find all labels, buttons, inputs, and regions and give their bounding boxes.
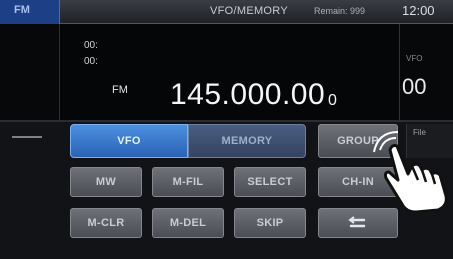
return-arrow-icon <box>348 216 366 228</box>
right-big-text: 00 <box>402 74 427 99</box>
right-column: VFO 00 <box>400 24 453 120</box>
right-stub: File <box>406 124 453 158</box>
status-corner: FM <box>0 0 60 24</box>
divider <box>0 120 453 122</box>
left-indicator <box>12 136 42 138</box>
radio-screen: FM VFO/MEMORY Remain: 999 12:00 00: 00: … <box>0 0 453 259</box>
status-bar: FM VFO/MEMORY Remain: 999 12:00 <box>0 0 453 24</box>
remain-count: Remain: 999 <box>314 6 366 16</box>
select-button[interactable]: SELECT <box>234 167 306 197</box>
left-column <box>0 24 60 120</box>
back-button[interactable] <box>318 208 398 238</box>
m-fil-button[interactable]: M-FIL <box>152 167 224 197</box>
memory-line-1: 00: <box>84 40 98 51</box>
m-del-button[interactable]: M-DEL <box>152 208 224 238</box>
memory-line-2: 00: <box>84 56 98 67</box>
frequency-main: 145.000.00 <box>170 78 326 111</box>
corner-label: FM <box>14 4 30 16</box>
button-panel: VFO MEMORY GROUP File MW M-FIL SELECT CH… <box>0 120 453 259</box>
frequency-display: 00: 00: FM 145.000.00 0 <box>60 24 400 120</box>
right-stub-label: File <box>413 128 426 137</box>
frequency-small-digit: 0 <box>328 92 337 109</box>
clock: 12:00 <box>402 3 435 18</box>
memory-button[interactable]: MEMORY <box>188 124 306 158</box>
right-small-label: VFO <box>406 54 423 63</box>
ch-in-button[interactable]: CH-IN <box>318 167 398 197</box>
mode-label: FM <box>112 84 128 96</box>
mw-button[interactable]: MW <box>70 167 142 197</box>
mode-title: VFO/MEMORY <box>210 5 288 17</box>
m-clr-button[interactable]: M-CLR <box>70 208 142 238</box>
group-button[interactable]: GROUP <box>318 124 398 158</box>
skip-button[interactable]: SKIP <box>234 208 306 238</box>
vfo-button[interactable]: VFO <box>70 124 188 158</box>
